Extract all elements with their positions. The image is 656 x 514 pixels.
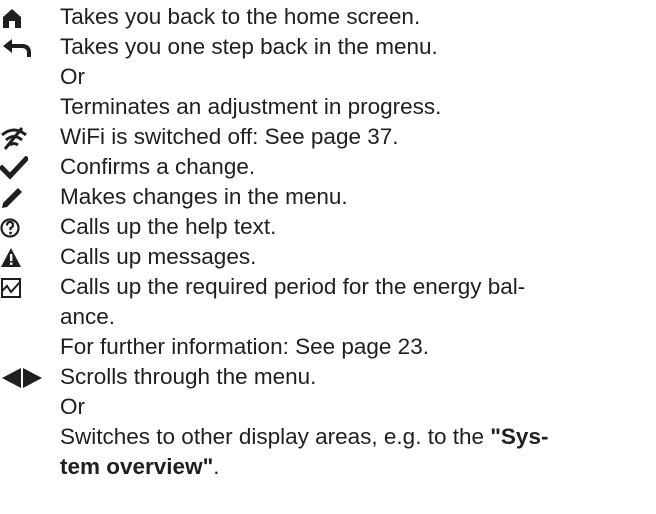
home-icon	[0, 6, 48, 30]
help-icon	[0, 216, 48, 240]
messages-description: Calls up messages.	[60, 244, 257, 269]
back-alt-description: Terminates an adjustment in progress.	[60, 94, 442, 119]
legend-row-help: Calls up the help text.	[0, 212, 656, 242]
legend-row-energy-info: For further information: See page 23.	[0, 332, 656, 362]
legend-row-energy-cont: ance.	[0, 302, 656, 332]
legend-row-back: Takes you one step back in the menu.	[0, 32, 656, 62]
scroll-alt-text: Switches to other display areas, e.g. to…	[60, 424, 491, 449]
checkmark-icon	[0, 156, 48, 180]
scroll-alt-description: Switches to other display areas, e.g. to…	[60, 422, 548, 452]
energy-description-cont: ance.	[60, 304, 116, 329]
warning-icon	[0, 246, 48, 270]
legend-row-messages: Calls up messages.	[0, 242, 656, 272]
back-or-text: Or	[60, 64, 85, 89]
energy-further-info: For further information: See page 23.	[60, 334, 429, 359]
scroll-or-text: Or	[60, 394, 85, 419]
scroll-alt-description-cont: tem overview".	[60, 452, 220, 482]
energy-chart-icon	[0, 276, 48, 300]
back-description: Takes you one step back in the menu.	[60, 34, 438, 59]
energy-description: Calls up the required period for the ene…	[60, 274, 526, 299]
wifi-off-icon	[0, 126, 48, 150]
legend-row-scroll-alt: Switches to other display areas, e.g. to…	[0, 422, 656, 452]
scroll-alt-period: .	[213, 454, 220, 479]
confirm-description: Confirms a change.	[60, 154, 256, 179]
help-description: Calls up the help text.	[60, 214, 277, 239]
legend-row-scroll-alt-cont: tem overview".	[0, 452, 656, 482]
system-overview-link-part2: tem overview"	[60, 454, 214, 479]
home-description: Takes you back to the home screen.	[60, 4, 421, 29]
system-overview-link-part1: "Sys-	[490, 424, 549, 449]
legend-row-confirm: Confirms a change.	[0, 152, 656, 182]
legend-row-back-alt: Terminates an adjustment in progress.	[0, 92, 656, 122]
scroll-description: Scrolls through the menu.	[60, 364, 317, 389]
legend-row-scroll: Scrolls through the menu.	[0, 362, 656, 392]
pencil-icon	[0, 186, 48, 210]
back-arrow-icon	[0, 36, 48, 60]
edit-description: Makes changes in the menu.	[60, 184, 348, 209]
scroll-arrows-icon	[0, 366, 48, 390]
legend-row-energy: Calls up the required period for the ene…	[0, 272, 656, 302]
legend-row-back-or: Or	[0, 62, 656, 92]
legend-row-scroll-or: Or	[0, 392, 656, 422]
legend-row-home: Takes you back to the home screen.	[0, 2, 656, 32]
wifi-description: WiFi is switched off: See page 37.	[60, 124, 399, 149]
legend-row-edit: Makes changes in the menu.	[0, 182, 656, 212]
legend-row-wifi: WiFi is switched off: See page 37.	[0, 122, 656, 152]
